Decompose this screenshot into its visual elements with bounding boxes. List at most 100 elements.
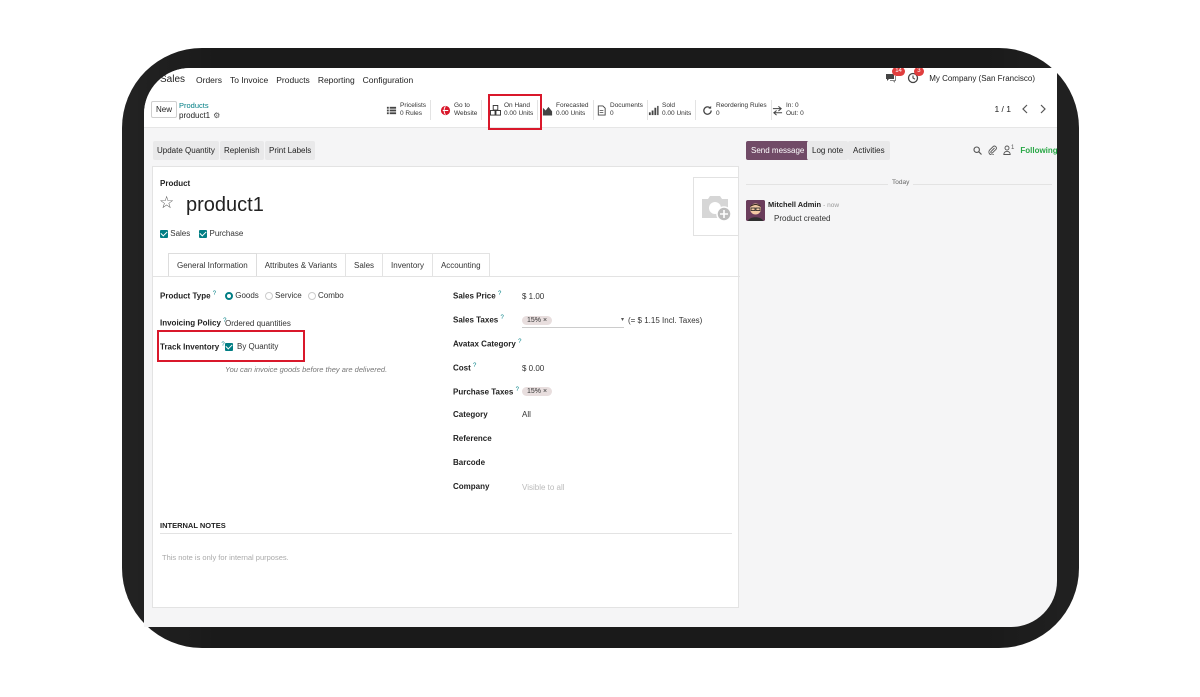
goods-label: Goods bbox=[235, 291, 259, 300]
tab-inventory[interactable]: Inventory bbox=[383, 253, 433, 277]
smart-button-reordering-rules[interactable]: Reordering Rules 0 bbox=[702, 100, 772, 120]
navbar-right: 14 3 My Company (San Francisco) bbox=[885, 68, 1035, 84]
pager-value[interactable]: 1 / 1 bbox=[994, 104, 1011, 114]
smart-website-title: Go to bbox=[454, 102, 470, 109]
sales-price-field[interactable]: $ 1.00 bbox=[522, 292, 544, 301]
product-name-field[interactable]: product1 bbox=[186, 194, 264, 217]
menu-orders[interactable]: Orders bbox=[196, 75, 222, 85]
activities-badge: 3 bbox=[914, 68, 924, 76]
combo-radio[interactable] bbox=[307, 291, 316, 300]
internal-notes-field[interactable]: This note is only for internal purposes. bbox=[162, 553, 289, 562]
product-type-combo[interactable]: Combo bbox=[307, 291, 344, 300]
company-field[interactable]: Visible to all bbox=[522, 483, 565, 492]
smart-on-hand-title: On Hand bbox=[504, 102, 531, 109]
purchase-taxes-field[interactable]: 15% × bbox=[522, 386, 553, 396]
log-note-button[interactable]: Log note bbox=[807, 141, 849, 160]
smart-button-pricelists[interactable]: Pricelists 0 Rules bbox=[386, 100, 432, 120]
track-inventory-label: Track Inventory ? bbox=[160, 342, 225, 352]
product-type-service[interactable]: Service bbox=[264, 291, 302, 300]
pager: 1 / 1 bbox=[994, 104, 1047, 114]
gear-icon[interactable]: ⚙ bbox=[213, 111, 220, 120]
smart-button-in-out[interactable]: In: 0 Out: 0 bbox=[772, 100, 808, 120]
smart-button-on-hand[interactable]: On Hand 0.00 Units bbox=[490, 100, 539, 120]
track-inventory-field[interactable]: By Quantity bbox=[225, 342, 278, 351]
product-flags: Sales Purchase bbox=[160, 229, 243, 238]
replenish-button[interactable]: Replenish bbox=[220, 141, 264, 160]
purchase-tax-tag[interactable]: 15% × bbox=[522, 387, 553, 396]
smart-documents-title: Documents bbox=[610, 102, 643, 109]
sales-flag-label: Sales bbox=[170, 229, 191, 238]
list-icon bbox=[386, 106, 397, 114]
internal-notes-title: INTERNAL NOTES bbox=[160, 521, 226, 530]
user-icon bbox=[1003, 145, 1011, 155]
company-label: Company bbox=[453, 482, 490, 491]
activities-button[interactable]: Activities bbox=[848, 141, 890, 160]
chevron-right-icon[interactable] bbox=[1039, 104, 1047, 114]
purchase-flag[interactable]: Purchase bbox=[199, 229, 243, 238]
menu-configuration[interactable]: Configuration bbox=[363, 75, 414, 85]
message-header: Mitchell Admin - now bbox=[768, 200, 839, 209]
product-image-placeholder[interactable] bbox=[693, 177, 739, 236]
category-field[interactable]: All bbox=[522, 410, 531, 419]
goods-radio[interactable] bbox=[225, 291, 233, 300]
chevron-left-icon[interactable] bbox=[1021, 104, 1029, 114]
tab-attributes-variants[interactable]: Attributes & Variants bbox=[256, 253, 347, 277]
message-author[interactable]: Mitchell Admin bbox=[768, 200, 821, 209]
track-inventory-checkbox[interactable] bbox=[225, 342, 233, 351]
send-message-button[interactable]: Send message bbox=[746, 141, 810, 160]
record-type-label: Product bbox=[160, 179, 191, 188]
company-switcher[interactable]: My Company (San Francisco) bbox=[929, 74, 1035, 83]
smart-button-website[interactable]: Go to Website bbox=[440, 100, 483, 120]
smart-button-documents[interactable]: Documents 0 bbox=[596, 100, 648, 120]
sales-tax-tag[interactable]: 15% × bbox=[522, 316, 553, 325]
invoicing-policy-field[interactable]: Ordered quantities bbox=[225, 319, 291, 328]
menu-products[interactable]: Products bbox=[276, 75, 310, 85]
app-name[interactable]: Sales bbox=[160, 74, 185, 85]
purchase-taxes-label: Purchase Taxes ? bbox=[453, 387, 519, 397]
product-type-goods[interactable]: Goods bbox=[225, 291, 259, 300]
smart-sold-title: Sold bbox=[662, 102, 676, 109]
document-icon bbox=[597, 104, 606, 116]
breadcrumb-current: product1 ⚙ bbox=[179, 111, 220, 120]
tab-sales[interactable]: Sales bbox=[346, 253, 384, 277]
tab-accounting[interactable]: Accounting bbox=[432, 253, 490, 277]
sales-flag[interactable]: Sales bbox=[160, 229, 190, 238]
smart-reordering-title: Reordering Rules bbox=[716, 102, 767, 109]
search-icon[interactable] bbox=[973, 145, 982, 155]
sales-checkbox[interactable] bbox=[160, 229, 168, 238]
messages-badge: 14 bbox=[892, 68, 905, 76]
smart-button-sold[interactable]: Sold 0.00 Units bbox=[648, 100, 697, 120]
tab-general-information[interactable]: General Information bbox=[168, 253, 257, 277]
following-button[interactable]: Following bbox=[1020, 146, 1057, 155]
menu-to-invoice[interactable]: To Invoice bbox=[230, 75, 268, 85]
favorite-star-icon[interactable]: ☆ bbox=[159, 193, 174, 213]
messages-icon[interactable]: 14 bbox=[885, 68, 905, 84]
smart-reordering-value: 0 bbox=[716, 110, 720, 117]
print-labels-button[interactable]: Print Labels bbox=[265, 141, 316, 160]
followers-button[interactable]: 1 bbox=[1003, 145, 1014, 155]
smart-documents-value: 0 bbox=[610, 110, 614, 117]
purchase-checkbox[interactable] bbox=[199, 229, 208, 238]
breadcrumb-products[interactable]: Products bbox=[179, 101, 209, 110]
reference-label: Reference bbox=[453, 434, 492, 443]
bar-chart-icon bbox=[648, 105, 659, 115]
globe-icon bbox=[440, 105, 451, 115]
sales-taxes-field[interactable]: 15% × ▾ bbox=[522, 314, 624, 328]
avatar[interactable] bbox=[746, 200, 765, 221]
cost-field[interactable]: $ 0.00 bbox=[522, 364, 544, 373]
camera-add-icon bbox=[702, 195, 732, 222]
smart-button-forecasted[interactable]: Forecasted 0.00 Units bbox=[542, 100, 594, 120]
today-label: Today bbox=[888, 179, 914, 186]
activities-icon[interactable]: 3 bbox=[907, 68, 924, 84]
update-quantity-button[interactable]: Update Quantity bbox=[153, 141, 219, 160]
top-navbar: Sales Orders To Invoice Products Reporti… bbox=[144, 68, 1057, 92]
cubes-icon bbox=[490, 104, 501, 116]
smart-in-value: In: 0 bbox=[786, 102, 799, 109]
service-radio[interactable] bbox=[264, 291, 273, 300]
sales-taxes-label: Sales Taxes ? bbox=[453, 315, 504, 325]
paperclip-icon[interactable] bbox=[988, 145, 997, 155]
dropdown-caret-icon[interactable]: ▾ bbox=[621, 316, 624, 323]
invoicing-policy-label: Invoicing Policy ? bbox=[160, 318, 227, 328]
menu-reporting[interactable]: Reporting bbox=[318, 75, 355, 85]
new-button[interactable]: New bbox=[151, 101, 177, 118]
